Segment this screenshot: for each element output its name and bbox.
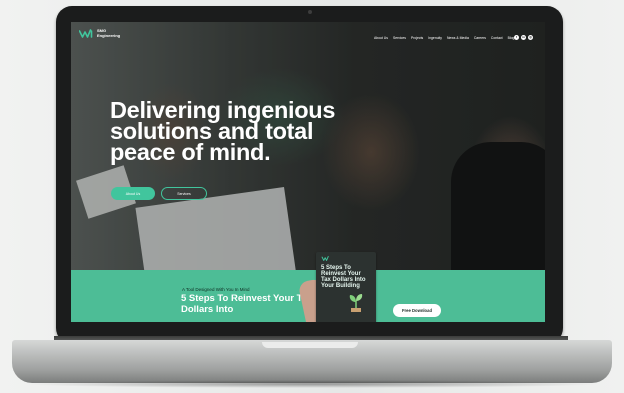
instagram-icon[interactable]: ◎ bbox=[528, 34, 533, 40]
navbar: SMG Engineering About Us Services Projec… bbox=[71, 22, 545, 44]
nav-projects[interactable]: Projects bbox=[411, 36, 423, 40]
about-us-button[interactable]: About Us bbox=[111, 187, 155, 200]
smg-logo-icon bbox=[79, 29, 93, 38]
nav-contact[interactable]: Contact bbox=[491, 36, 503, 40]
linkedin-icon[interactable]: in bbox=[521, 34, 526, 40]
nav-news-media[interactable]: News & Media bbox=[447, 36, 469, 40]
laptop-shadow bbox=[20, 380, 604, 388]
nav-careers[interactable]: Careers bbox=[474, 36, 486, 40]
laptop-screen: SMG Engineering About Us Services Projec… bbox=[71, 22, 545, 322]
ebook-cover: 5 Steps To Reinvest Your Tax Dollars Int… bbox=[316, 252, 376, 322]
hero-section: SMG Engineering About Us Services Projec… bbox=[71, 22, 545, 270]
hero-headline: Delivering ingenious solutions and total… bbox=[110, 97, 336, 165]
plant-icon bbox=[349, 294, 363, 312]
webcam bbox=[307, 10, 312, 14]
free-download-button[interactable]: Free Download bbox=[393, 304, 441, 317]
banner-tagline: A Tool Designed With You In Mind bbox=[182, 287, 250, 292]
site-logo[interactable]: SMG Engineering bbox=[79, 28, 121, 38]
social-links: f in ◎ bbox=[514, 34, 533, 40]
book-logo-icon bbox=[321, 256, 329, 261]
logo-text: SMG Engineering bbox=[97, 28, 121, 38]
laptop-notch bbox=[262, 342, 358, 348]
facebook-icon[interactable]: f bbox=[514, 34, 519, 40]
ebook-title: 5 Steps To Reinvest Your Tax Dollars Int… bbox=[321, 265, 366, 289]
nav-about-us[interactable]: About Us bbox=[374, 36, 388, 40]
services-button[interactable]: Services bbox=[161, 187, 207, 200]
main-nav: About Us Services Projects Ingenuity New… bbox=[374, 36, 514, 40]
logo-line-2: Engineering bbox=[97, 32, 121, 38]
nav-services[interactable]: Services bbox=[393, 36, 406, 40]
nav-ingenuity[interactable]: Ingenuity bbox=[428, 36, 442, 40]
